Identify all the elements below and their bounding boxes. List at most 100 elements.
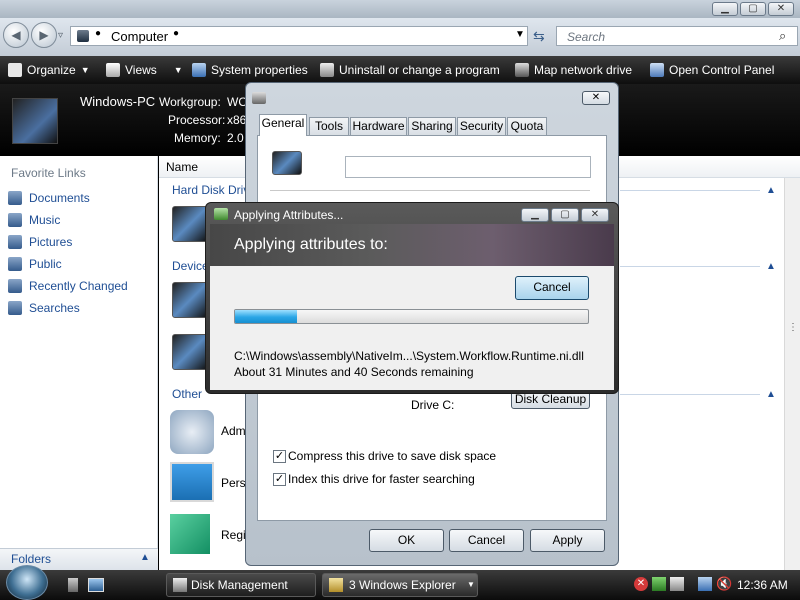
group-collapse-icon[interactable]: ▲	[766, 389, 776, 400]
group-other[interactable]: Other	[172, 387, 202, 401]
drive-icon	[272, 151, 302, 175]
group-collapse-icon[interactable]: ▲	[766, 261, 776, 272]
address-dropdown-icon[interactable]: ▼	[515, 29, 525, 40]
organize-label: Organize	[27, 63, 76, 77]
clock[interactable]: 12:36 AM	[737, 578, 788, 592]
tab-hardware[interactable]: Hardware	[350, 117, 407, 136]
processor-label: Processor:	[168, 113, 226, 127]
group-divider	[620, 394, 760, 395]
registry-icon[interactable]	[170, 514, 210, 554]
tab-quota[interactable]: Quota	[507, 117, 547, 136]
vertical-scrollbar[interactable]: ⋮	[784, 178, 800, 570]
tab-security[interactable]: Security	[457, 117, 506, 136]
uninstall-label: Uninstall or change a program	[339, 63, 500, 77]
uninstall-icon	[320, 63, 334, 77]
disk-management-icon	[173, 578, 187, 592]
compress-label: Compress this drive to save disk space	[288, 449, 497, 463]
views-button[interactable]: Views ▼	[106, 62, 183, 78]
personalization-icon[interactable]	[170, 462, 214, 502]
dialog-maximize-button[interactable]: ▢	[551, 208, 579, 222]
drive-name-label: Drive C:	[411, 398, 455, 412]
breadcrumb-computer[interactable]: Computer	[111, 29, 168, 44]
group-hard-disk-drives[interactable]: Hard Disk Drive	[172, 183, 256, 197]
sidebar-item-recently-changed[interactable]: Recently Changed	[8, 279, 128, 293]
taskbar-item-windows-explorer[interactable]: 3 Windows Explorer ▼	[322, 573, 478, 597]
pc-name: Windows-PC	[80, 94, 156, 109]
computer-icon	[77, 30, 89, 42]
taskbar-item-disk-management[interactable]: Disk Management	[166, 573, 316, 597]
hard-drive-icon[interactable]	[172, 206, 208, 242]
switch-windows-icon[interactable]	[88, 578, 104, 592]
pictures-icon	[8, 235, 22, 249]
uninstall-program-button[interactable]: Uninstall or change a program	[320, 62, 500, 78]
sidebar-item-searches[interactable]: Searches	[8, 301, 80, 315]
group-collapse-icon[interactable]: ▲	[766, 185, 776, 196]
breadcrumb-arrow-icon[interactable]: ●	[173, 28, 179, 39]
apply-button[interactable]: Apply	[530, 529, 605, 552]
cancel-button[interactable]: Cancel	[449, 529, 524, 552]
drive-icon	[252, 92, 266, 104]
scroll-grip-icon[interactable]: ⋮	[788, 322, 798, 333]
progress-fill	[235, 310, 297, 323]
volume-muted-icon[interactable]: 🔇	[716, 576, 732, 592]
properties-close-button[interactable]: ✕	[582, 91, 610, 105]
breadcrumb-arrow-icon[interactable]: ●	[95, 28, 101, 39]
properties-icon	[214, 208, 228, 220]
display-icon[interactable]	[698, 577, 712, 591]
search-input[interactable]: Search ⌕	[556, 26, 798, 46]
views-label: Views	[125, 63, 157, 77]
minimize-button[interactable]: ▁	[712, 2, 738, 16]
processor-value: x86	[227, 113, 247, 127]
security-alert-icon[interactable]: ✕	[634, 577, 648, 591]
show-desktop-icon[interactable]	[68, 578, 78, 592]
start-button[interactable]	[6, 565, 48, 600]
tab-tools[interactable]: Tools	[309, 117, 349, 136]
address-bar[interactable]: ● Computer ● ▼	[70, 26, 528, 46]
column-name-header[interactable]: Name	[166, 160, 198, 174]
tab-sharing[interactable]: Sharing	[408, 117, 456, 136]
other-item-label[interactable]: Regi	[221, 528, 246, 542]
applying-cancel-button[interactable]: Cancel	[515, 276, 589, 300]
search-icon[interactable]: ⌕	[779, 28, 786, 44]
sidebar-item-documents[interactable]: Documents	[8, 191, 90, 205]
music-icon	[8, 213, 22, 227]
forward-button[interactable]: ▶	[31, 22, 57, 48]
administrative-tools-icon[interactable]	[170, 410, 214, 454]
other-item-label[interactable]: Pers	[221, 476, 246, 490]
back-button[interactable]: ◀	[3, 22, 29, 48]
shield-icon[interactable]	[652, 577, 666, 591]
taskbar-item-label: 3 Windows Explorer	[349, 578, 456, 592]
sidebar-item-music[interactable]: Music	[8, 213, 60, 227]
recent-pages-chevron-icon[interactable]: ▿	[58, 30, 63, 41]
open-control-panel-button[interactable]: Open Control Panel	[650, 62, 774, 78]
refresh-icon[interactable]: ⇆	[533, 28, 545, 45]
close-button[interactable]: ✕	[768, 2, 794, 16]
dialog-close-button[interactable]: ✕	[581, 208, 609, 222]
dialog-minimize-button[interactable]: ▁	[521, 208, 549, 222]
group-devices[interactable]: Device	[172, 259, 209, 273]
chevron-up-icon: ▲	[140, 552, 150, 563]
system-properties-button[interactable]: System properties	[192, 62, 308, 78]
compress-checkbox[interactable]: ✓	[273, 450, 286, 463]
ok-button[interactable]: OK	[369, 529, 444, 552]
maximize-button[interactable]: ▢	[740, 2, 766, 16]
other-item-label[interactable]: Adm	[221, 424, 246, 438]
removable-drive-icon[interactable]	[172, 282, 208, 318]
sidebar-item-pictures[interactable]: Pictures	[8, 235, 72, 249]
computer-large-icon	[12, 98, 58, 144]
system-properties-label: System properties	[211, 63, 308, 77]
sidebar-item-public[interactable]: Public	[8, 257, 62, 271]
network-icon[interactable]	[670, 577, 684, 591]
organize-button[interactable]: Organize ▼	[8, 62, 90, 78]
explorer-titlebar[interactable]	[0, 0, 800, 18]
sidebar-item-label: Music	[29, 213, 61, 227]
drive-label-input[interactable]	[345, 156, 591, 178]
time-remaining: About 31 Minutes and 40 Seconds remainin…	[234, 365, 474, 379]
tab-general[interactable]: General	[259, 114, 307, 136]
index-checkbox[interactable]: ✓	[273, 473, 286, 486]
dialog-heading: Applying attributes to:	[234, 236, 388, 253]
optical-drive-icon[interactable]	[172, 334, 208, 370]
map-network-drive-button[interactable]: Map network drive	[515, 62, 632, 78]
chevron-down-icon: ▼	[467, 580, 475, 589]
control-panel-icon	[650, 63, 664, 77]
